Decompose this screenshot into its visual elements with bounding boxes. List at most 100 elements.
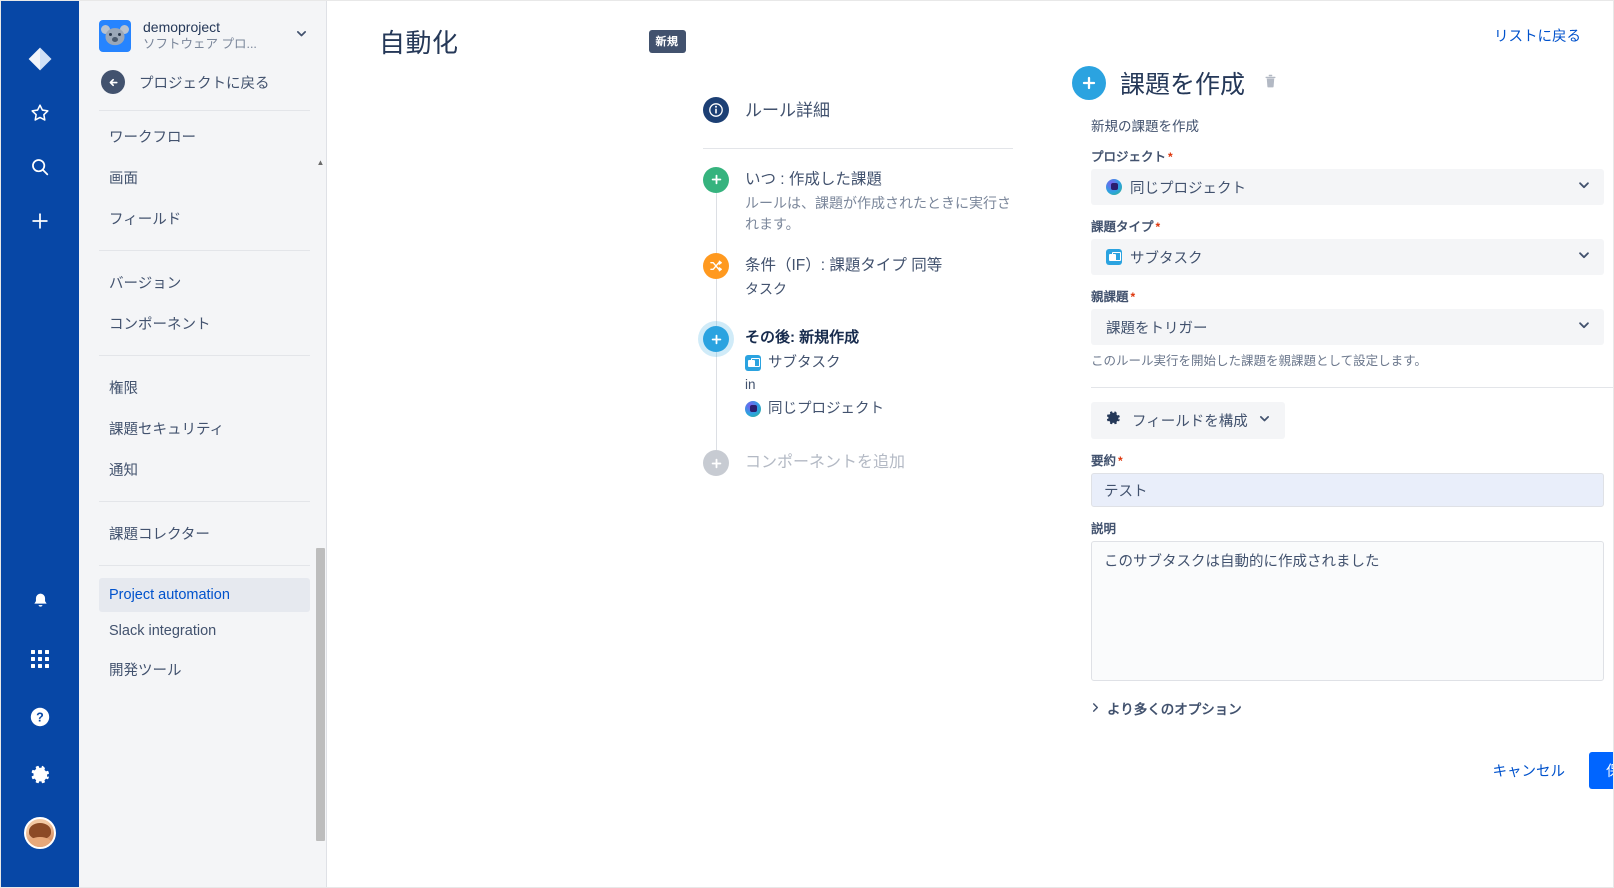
condition-title: 条件（IF）: 課題タイプ 同等 — [745, 256, 943, 274]
jira-automation-screen: ? demoproject ソフトウェア プロ... プロジェクトに戻る ワーク… — [0, 0, 1614, 888]
required-marker: * — [1168, 150, 1173, 164]
rule-tree: ルール詳細 いつ : 作成した課題 ルールは、課題が作成されたときに実行されます… — [703, 97, 1013, 494]
configure-fields-button[interactable]: フィールドを構成 — [1091, 402, 1285, 439]
sidebar-divider — [99, 565, 310, 567]
form-divider — [1091, 387, 1613, 388]
parent-issue-select-value: 課題をトリガー — [1106, 320, 1208, 337]
field-project-label: プロジェクト * — [1091, 146, 1613, 165]
create-issue-form: 課題を作成 新規の課題を作成 プロジェクト * 同じプロジェクト 課題タイプ *… — [1072, 65, 1613, 789]
back-arrow-icon — [101, 70, 125, 95]
rule-detail-label: ルール詳細 — [745, 101, 830, 120]
sidebar-item-課題コレクター[interactable]: 課題コレクター — [99, 514, 310, 553]
field-project-label-text: プロジェクト — [1091, 150, 1167, 164]
sidebar-nav: ワークフロー 画面 フィールドバージョン コンポーネント 権限 課題セキュリティ 通知課題コ… — [99, 110, 310, 887]
parent-issue-hint: このルール実行を開始した課題を親課題として設定します。 — [1091, 354, 1427, 368]
plus-circle-icon — [703, 326, 729, 352]
more-options-toggle[interactable]: より多くのオプション — [1091, 698, 1613, 718]
action-issue-type: サブタスク — [768, 354, 841, 371]
svg-text:?: ? — [36, 711, 44, 725]
rule-condition-node[interactable]: 条件（IF）: 課題タイプ 同等 タスク — [703, 252, 1013, 328]
scrollbar-track[interactable] — [316, 171, 325, 869]
sidebar-item-通知[interactable]: 通知 — [99, 450, 310, 489]
description-textarea[interactable] — [1091, 541, 1604, 681]
sidebar-item-課題セキュリティ[interactable]: 課題セキュリティ — [99, 409, 310, 448]
trigger-title: いつ : 作成した課題 — [745, 170, 882, 188]
form-header: 課題を作成 — [1072, 65, 1613, 101]
back-to-project-button[interactable]: プロジェクトに戻る — [79, 56, 326, 110]
form-subtitle: 新規の課題を作成 — [1091, 119, 1199, 134]
sidebar-divider — [99, 250, 310, 252]
cancel-button[interactable]: キャンセル — [1489, 754, 1570, 787]
required-marker: * — [1155, 220, 1161, 234]
main-content: 自動化 新規 リストに戻る ルール詳細 いつ: 作成した課題 ルールは、課題が… — [327, 1, 1613, 887]
sidebar-item-コンポーネント[interactable]: コンポーネント — [99, 304, 310, 343]
summary-input[interactable] — [1091, 473, 1604, 507]
help-icon[interactable]: ? — [18, 695, 62, 739]
sidebar-item-フィールド[interactable]: フィールド — [99, 199, 310, 238]
action-issue-type-row: サブタスク — [745, 353, 884, 375]
sidebar-item-project-automation[interactable]: Project automation — [99, 578, 310, 613]
project-avatar-icon — [1106, 179, 1122, 195]
chevron-down-icon[interactable] — [1577, 318, 1591, 337]
rule-action-node[interactable]: その後: 新規作成 サブタスク in 同じプロジェクト — [703, 326, 1013, 453]
field-parent-issue-label: 親課題 * — [1091, 286, 1613, 305]
field-description: 説明 ••• — [1091, 518, 1613, 681]
chevron-down-icon[interactable] — [1258, 412, 1271, 429]
field-project: プロジェクト * 同じプロジェクト — [1091, 146, 1613, 205]
subtask-icon — [1106, 249, 1122, 265]
star-icon[interactable] — [18, 91, 62, 135]
chevron-down-icon[interactable] — [1577, 248, 1591, 267]
bell-icon[interactable] — [18, 579, 62, 623]
chevron-down-icon[interactable] — [1577, 178, 1591, 197]
status-badge: 新規 — [648, 30, 686, 53]
gear-icon[interactable] — [18, 753, 62, 797]
project-sidebar: demoproject ソフトウェア プロ... プロジェクトに戻る ワークフロ… — [79, 1, 327, 887]
avatar[interactable] — [18, 811, 62, 855]
field-parent-issue-label-text: 親課題 — [1091, 290, 1129, 304]
rule-detail-node[interactable]: ルール詳細 — [703, 97, 1013, 142]
back-to-list-link[interactable]: リストに戻る — [1494, 25, 1581, 46]
sidebar-item-ワークフロー[interactable]: ワークフロー — [99, 117, 310, 156]
add-component-node[interactable]: コンポーネントを追加 — [703, 450, 1013, 494]
apps-grid-icon[interactable] — [18, 637, 62, 681]
project-select[interactable]: 同じプロジェクト — [1091, 169, 1604, 205]
global-app-rail: ? — [1, 1, 79, 887]
chevron-down-icon[interactable] — [293, 27, 310, 45]
action-project-row: 同じプロジェクト — [745, 399, 884, 421]
plus-circle-icon — [1072, 66, 1106, 100]
field-summary-label: 要約 * — [1091, 450, 1613, 469]
parent-issue-select[interactable]: 課題をトリガー — [1091, 309, 1604, 345]
action-in-word: in — [745, 377, 756, 393]
shuffle-icon — [703, 252, 729, 279]
field-summary: 要約* ••• — [1091, 450, 1613, 507]
sidebar-item-開発ツール[interactable]: 開発ツール — [99, 650, 310, 689]
info-icon — [703, 97, 729, 123]
field-summary-label-text: 要約 — [1091, 454, 1117, 468]
sidebar-divider — [99, 501, 310, 503]
project-switcher[interactable]: demoproject ソフトウェア プロ... — [79, 1, 326, 56]
search-icon[interactable] — [18, 145, 62, 189]
issue-type-select[interactable]: サブタスク — [1091, 239, 1604, 275]
field-description-label: 説明 — [1091, 518, 1613, 537]
save-button[interactable]: 保存 — [1589, 752, 1613, 789]
scroll-up-arrow-icon[interactable]: ▲ — [316, 159, 325, 167]
required-marker: * — [1130, 290, 1136, 304]
sidebar-scrollbar[interactable]: ▲ — [315, 157, 326, 881]
sidebar-item-slack-integration[interactable]: Slack integration — [99, 614, 310, 648]
plus-circle-icon — [703, 166, 729, 193]
jira-logo-icon[interactable] — [18, 37, 62, 81]
sidebar-item-バージョン[interactable]: バージョン — [99, 263, 310, 302]
project-type: ソフトウェア プロ... — [143, 36, 257, 51]
form-title: 課題を作成 — [1120, 71, 1246, 99]
plus-icon[interactable] — [18, 199, 62, 243]
project-name: demoproject — [143, 19, 221, 35]
sidebar-item-権限[interactable]: 権限 — [99, 368, 310, 407]
form-actions: キャンセル 保存 — [1072, 752, 1613, 789]
more-options-label: より多くのオプション — [1107, 702, 1242, 717]
field-parent-issue: 親課題 * 課題をトリガー このルール実行を開始した課題を親課題として設定します。 — [1091, 286, 1613, 369]
scrollbar-thumb[interactable] — [316, 547, 325, 842]
rule-trigger-node[interactable]: いつ : 作成した課題 ルールは、課題が作成されたときに実行されます。 — [703, 166, 1013, 255]
field-description-label-text: 説明 — [1091, 522, 1117, 536]
sidebar-item-画面[interactable]: 画面 — [99, 158, 310, 197]
trash-icon[interactable] — [1263, 73, 1278, 94]
